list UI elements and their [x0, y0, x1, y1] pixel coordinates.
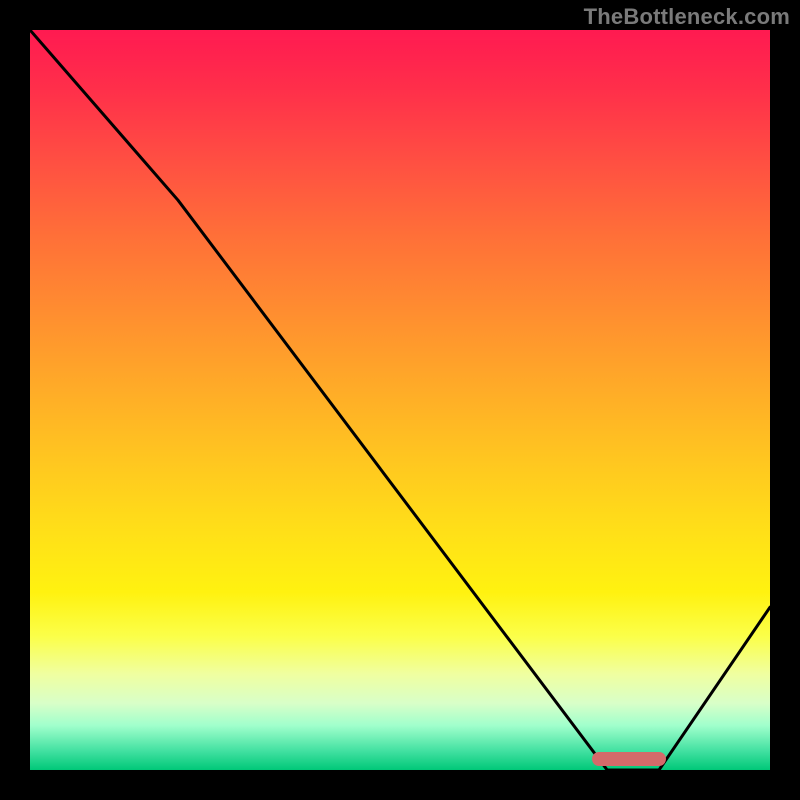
optimal-range-marker [592, 752, 666, 766]
plot-area [30, 30, 770, 770]
chart-frame: TheBottleneck.com [0, 0, 800, 800]
curve-svg [30, 30, 770, 770]
watermark-text: TheBottleneck.com [584, 4, 790, 30]
bottleneck-curve [30, 30, 770, 770]
